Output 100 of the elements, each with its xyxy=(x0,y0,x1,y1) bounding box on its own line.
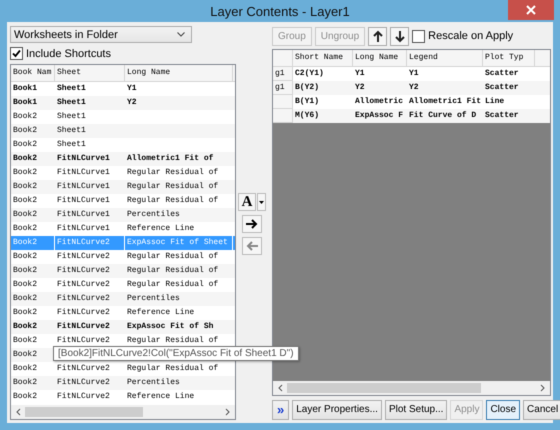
rescale-checkbox[interactable] xyxy=(412,30,426,42)
table-row[interactable]: Book2 FitNLCurve2 Regular Residual of xyxy=(11,250,235,264)
row-header[interactable]: g1 xyxy=(273,67,293,81)
table-cell-text: Reference Line xyxy=(126,391,196,403)
table-row[interactable]: Book2 FitNLCurve2 ExpAssoc Fit of Sh xyxy=(11,320,235,334)
table-row[interactable]: Book2 FitNLCurve2 Reference Line xyxy=(11,306,235,320)
table-cell-text: Percentiles xyxy=(126,209,181,221)
source-dropdown[interactable]: Worksheets in Folder xyxy=(10,26,192,43)
table-cell-text: Y1 xyxy=(126,83,138,95)
column-header[interactable]: Long Name xyxy=(125,65,233,81)
table-cell-text: FitNLCurve2 xyxy=(56,279,111,291)
table-cell-text: Sheet1 xyxy=(56,97,87,109)
column-header[interactable]: Plot Typ xyxy=(483,50,535,66)
column-header[interactable]: Short Name xyxy=(293,50,353,66)
table-cell-text: FitNLCurve1 xyxy=(56,195,111,207)
table-row[interactable]: Book2 FitNLCurve1 Percentiles xyxy=(11,208,235,222)
table-row[interactable]: Book2 FitNLCurve1 Regular Residual of xyxy=(11,180,235,194)
horizontal-scrollbar[interactable] xyxy=(11,405,235,419)
table-row[interactable]: Book2 Sheet1 xyxy=(11,124,235,138)
table-row[interactable]: Book1 Sheet1 Y1 xyxy=(11,82,235,96)
font-button[interactable]: A xyxy=(238,193,256,211)
table-cell-text: Book2 xyxy=(12,279,38,291)
table-cell-text: FitNLCurve2 xyxy=(56,335,111,347)
column-header[interactable]: Sheet xyxy=(55,65,125,81)
caret-icon xyxy=(259,200,264,204)
move-up-button[interactable] xyxy=(368,26,388,46)
table-cell-text: Regular Residual of xyxy=(126,251,220,263)
horizontal-scrollbar[interactable] xyxy=(273,381,550,395)
table-row[interactable]: M(Y6) ExpAssoc F Fit Curve of D Scatter xyxy=(273,109,550,123)
table-row[interactable]: Book2 FitNLCurve2 Percentiles xyxy=(11,292,235,306)
table-cell-text: FitNLCurve1 xyxy=(56,153,111,165)
table-row[interactable]: Book2 FitNLCurve1 Regular Residual of xyxy=(11,194,235,208)
table-cell-text: FitNLCurve2 xyxy=(56,293,111,305)
table-row[interactable]: B(Y1) Allometric Allometric1 Fit Line xyxy=(273,95,550,109)
scroll-right-icon[interactable] xyxy=(540,384,546,392)
dialog-button[interactable]: Plot Setup... xyxy=(384,400,448,420)
table-cell-text: Reference Line xyxy=(126,307,196,319)
close-button[interactable] xyxy=(508,0,554,20)
table-row[interactable]: Book2 Sheet1 xyxy=(11,138,235,152)
table-cell-text: Book2 xyxy=(12,111,38,123)
rescale-label: Rescale on Apply xyxy=(428,30,514,42)
table-row[interactable]: Book2 Sheet1 xyxy=(11,110,235,124)
table-cell-text: Regular Residual of xyxy=(126,167,220,179)
table-cell-text: FitNLCurve2 xyxy=(56,377,111,389)
table-row[interactable]: Book2 FitNLCurve2 Regular Residual of xyxy=(11,362,235,376)
table-row[interactable]: Book2 FitNLCurve2 Reference Line xyxy=(11,390,235,404)
table-cell: FitNLCurve2 xyxy=(55,236,125,250)
table-row[interactable]: Book2 FitNLCurve2 Regular Residual of xyxy=(11,334,235,348)
table-cell-text: Regular Residual of xyxy=(126,363,220,375)
table-cell-text: Book2 xyxy=(12,293,38,305)
table-row[interactable]: Book2 FitNLCurve1 Regular Residual of xyxy=(11,166,235,180)
table-cell-text: FitNLCurve2 xyxy=(56,307,111,319)
table-row[interactable]: Book2 FitNLCurve2 Regular Residual of xyxy=(11,264,235,278)
table-cell-text: B(Y1) xyxy=(294,96,320,108)
table-cell-text: Book2 xyxy=(12,363,38,375)
table-cell-text: Regular Residual of xyxy=(126,195,220,207)
table-cell-text: Book2 xyxy=(12,181,38,193)
table-cell-text: Book2 xyxy=(12,223,38,235)
scroll-left-icon[interactable] xyxy=(277,384,283,392)
table-cell-text: Book2 xyxy=(12,153,38,165)
table-row[interactable]: g1 B(Y2) Y2 Y2 Scatter xyxy=(273,81,550,95)
scroll-left-icon[interactable] xyxy=(15,408,21,416)
table-cell-text: Book2 xyxy=(12,349,38,361)
table-row[interactable]: Book2 FitNLCurve1 Allometric1 Fit of xyxy=(11,152,235,166)
table-row[interactable]: Book1 Sheet1 Y2 xyxy=(11,96,235,110)
table-row[interactable]: Book2 FitNLCurve2 Percentiles xyxy=(11,376,235,390)
down-arrow-icon xyxy=(394,30,405,42)
table-cell-text: Book2 xyxy=(12,125,38,137)
table-cell-text: FitNLCurve1 xyxy=(56,181,111,193)
scroll-right-icon[interactable] xyxy=(225,408,231,416)
table-cell-text: FitNLCurve2 xyxy=(56,363,111,375)
table-cell-text: FitNLCurve2 xyxy=(56,251,111,263)
table-cell-text: Fit Curve of D xyxy=(408,110,478,122)
column-header[interactable]: Legend xyxy=(407,50,483,66)
table-cell-text: Scatter xyxy=(484,68,520,80)
table-row[interactable]: Book2 FitNLCurve2 Regular Residual of xyxy=(11,278,235,292)
move-down-button[interactable] xyxy=(390,26,410,46)
table-cell-text: Y2 xyxy=(354,82,366,94)
column-header[interactable]: Long Name xyxy=(353,50,407,66)
expand-button[interactable]: » xyxy=(272,400,290,420)
table-cell-text: Percentiles xyxy=(126,377,181,389)
column-header[interactable]: Book Nam xyxy=(11,65,55,81)
table-row[interactable]: g1 C2(Y1) Y1 Y1 Scatter xyxy=(273,67,550,81)
table-cell-text: FitNLCurve1 xyxy=(56,167,111,179)
table-cell-text: Allometric1 Fit of xyxy=(126,153,214,165)
table-cell-text: Allometric1 Fit xyxy=(408,96,482,108)
dialog-button[interactable]: Close xyxy=(486,400,520,420)
row-header[interactable]: g1 xyxy=(273,81,293,95)
table-cell-text: Book2 xyxy=(12,335,38,347)
font-dropdown-button[interactable] xyxy=(257,193,266,211)
close-icon xyxy=(526,5,536,15)
add-arrow-button[interactable] xyxy=(242,215,262,233)
table-cell-text: ExpAssoc F xyxy=(354,110,404,122)
table-row[interactable]: Book2 FitNLCurve1 Reference Line xyxy=(11,222,235,236)
table-cell-text: Book2 xyxy=(12,251,38,263)
table-cell-text: Regular Residual of xyxy=(126,279,220,291)
table-cell-text: Book1 xyxy=(12,83,38,95)
dialog-button[interactable]: Layer Properties... xyxy=(292,400,382,420)
include-shortcuts-checkbox[interactable] xyxy=(10,47,23,60)
dialog-button[interactable]: Cancel xyxy=(523,400,560,420)
